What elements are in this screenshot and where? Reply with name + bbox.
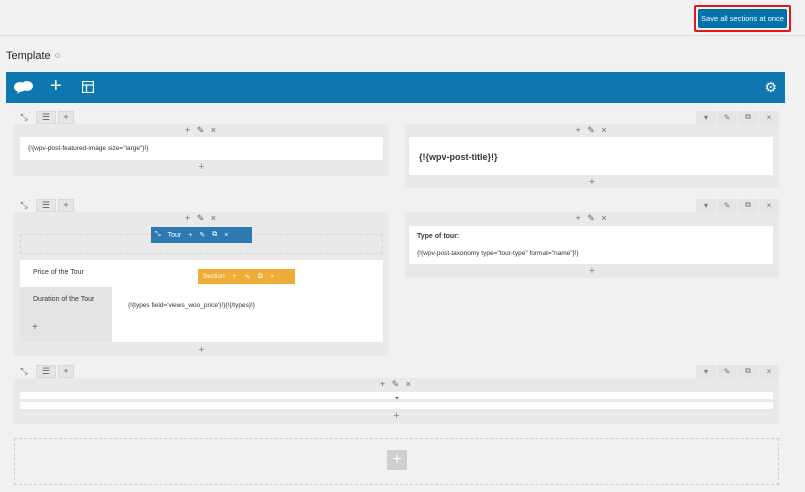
edit-icon[interactable]: ✎: [717, 110, 737, 124]
template-title: Template: [6, 50, 51, 62]
cell-controls[interactable]: + ✎ ×: [405, 213, 779, 224]
row-add-button[interactable]: +: [58, 364, 74, 378]
section-toolbar: Section + ✎ ⧉ ×: [198, 269, 295, 284]
save-all-highlight: Save all sections at once: [694, 5, 791, 32]
move-icon[interactable]: ⤡: [155, 231, 161, 239]
layout-icon[interactable]: [81, 80, 95, 96]
cell-controls[interactable]: + ✎ ×: [405, 125, 779, 136]
row-2-tools: ⤡ ☰ +: [18, 198, 76, 212]
row-grid-icon[interactable]: ☰: [36, 364, 56, 378]
row-3-tools: ⤡ ☰ +: [18, 364, 76, 378]
row-add-button[interactable]: +: [58, 198, 74, 212]
row-grid-icon[interactable]: ☰: [36, 110, 56, 124]
add-cell-button[interactable]: +: [14, 161, 389, 173]
close-icon[interactable]: ×: [224, 232, 228, 239]
cell-controls[interactable]: + ✎ ×: [14, 379, 779, 390]
cell-controls[interactable]: + ✎ ×: [14, 125, 389, 136]
expand-icon[interactable]: ⤡: [18, 111, 30, 123]
row-1-tools: ⤡ ☰ +: [18, 110, 76, 124]
tour-label: Tour: [167, 231, 182, 239]
add-cell-button[interactable]: +: [14, 344, 389, 356]
add-icon[interactable]: +: [188, 232, 192, 239]
gear-icon[interactable]: ⚙: [764, 79, 777, 96]
add-row-button[interactable]: +: [387, 450, 407, 470]
empty-cell[interactable]: [20, 402, 773, 409]
add-cell-button[interactable]: +: [405, 176, 779, 188]
chevron-down-icon[interactable]: ▾: [696, 364, 716, 378]
tab-price[interactable]: Price of the Tour: [20, 260, 112, 287]
add-icon[interactable]: +: [50, 76, 62, 96]
duplicate-icon[interactable]: ⧉: [258, 273, 263, 281]
top-bar: [0, 0, 805, 36]
tour-type-label: Type of tour:: [417, 233, 460, 240]
row-grid-icon[interactable]: ☰: [36, 198, 56, 212]
row-3-right-tools: ▾ ✎ ⧉ ×: [696, 364, 779, 378]
chevron-down-icon[interactable]: ▾: [696, 110, 716, 124]
close-icon[interactable]: ×: [759, 364, 779, 378]
price-field-shortcode: {!{types field='views_woo_price'}!}{!{/t…: [128, 302, 255, 309]
close-icon[interactable]: ×: [759, 198, 779, 212]
section-label: Section: [203, 273, 225, 280]
help-icon[interactable]: [54, 53, 60, 58]
cloud-logo-icon[interactable]: [14, 80, 34, 97]
row-2-right-column: + ✎ × Type of tour: {!{wpv-post-taxonomy…: [405, 212, 779, 278]
close-icon[interactable]: ×: [271, 273, 275, 280]
row-1-right-column: + ✎ × {!{wpv-post-title}!} +: [405, 124, 779, 188]
duplicate-icon[interactable]: ⧉: [212, 231, 217, 239]
chevron-down-icon[interactable]: ▾: [696, 198, 716, 212]
featured-image-cell[interactable]: {!{wpv-post-featured-image size="large"}…: [20, 137, 383, 160]
row-2-right-tools: ▾ ✎ ⧉ ×: [696, 198, 779, 212]
expand-icon[interactable]: ⤡: [18, 365, 30, 377]
post-title-shortcode: {!{wpv-post-title}!}: [419, 152, 498, 162]
row-1-left-column: + ✎ × {!{wpv-post-featured-image size="l…: [14, 124, 389, 176]
template-heading: Template: [6, 50, 60, 62]
row-actions: ▾ ✎ ⧉ ×: [695, 364, 779, 378]
tour-toolbar: ⤡ Tour + ✎ ⧉ ×: [151, 227, 252, 243]
featured-image-shortcode: {!{wpv-post-featured-image size="large"}…: [28, 145, 149, 152]
row-actions: ▾ ✎ ⧉ ×: [695, 110, 779, 124]
duplicate-icon[interactable]: ⧉: [738, 198, 758, 212]
duplicate-icon[interactable]: ⧉: [738, 110, 758, 124]
layout-toolbar: + ⚙: [6, 72, 785, 103]
row-add-button[interactable]: +: [58, 110, 74, 124]
tour-type-cell[interactable]: Type of tour: {!{wpv-post-taxonomy type=…: [409, 226, 773, 264]
expand-icon[interactable]: ⤡: [18, 199, 30, 211]
save-all-sections-button[interactable]: Save all sections at once: [698, 9, 787, 28]
add-icon[interactable]: +: [233, 273, 237, 280]
edit-icon[interactable]: ✎: [199, 231, 205, 239]
add-cell-button[interactable]: +: [14, 410, 779, 422]
row-3-column: + ✎ × ⌖ +: [14, 378, 779, 424]
row-1-right-tools: ▾ ✎ ⧉ ×: [696, 110, 779, 124]
tour-type-shortcode: {!{wpv-post-taxonomy type="tour-type" fo…: [417, 250, 579, 257]
row-2-left-column: + ✎ × ⤡ Tour + ✎ ⧉ × Price of the Tour D…: [14, 212, 389, 356]
cell-controls[interactable]: + ✎ ×: [14, 213, 389, 224]
close-icon[interactable]: ×: [759, 110, 779, 124]
edit-icon[interactable]: ✎: [244, 273, 249, 281]
add-tab-button[interactable]: +: [20, 314, 112, 342]
duplicate-icon[interactable]: ⧉: [738, 364, 758, 378]
edit-icon[interactable]: ✎: [717, 364, 737, 378]
post-title-cell[interactable]: {!{wpv-post-title}!}: [409, 137, 773, 175]
row-actions: ▾ ✎ ⧉ ×: [695, 198, 779, 212]
add-cell-button[interactable]: +: [405, 265, 779, 277]
edit-icon[interactable]: ✎: [717, 198, 737, 212]
tab-duration[interactable]: Duration of the Tour: [20, 287, 112, 314]
